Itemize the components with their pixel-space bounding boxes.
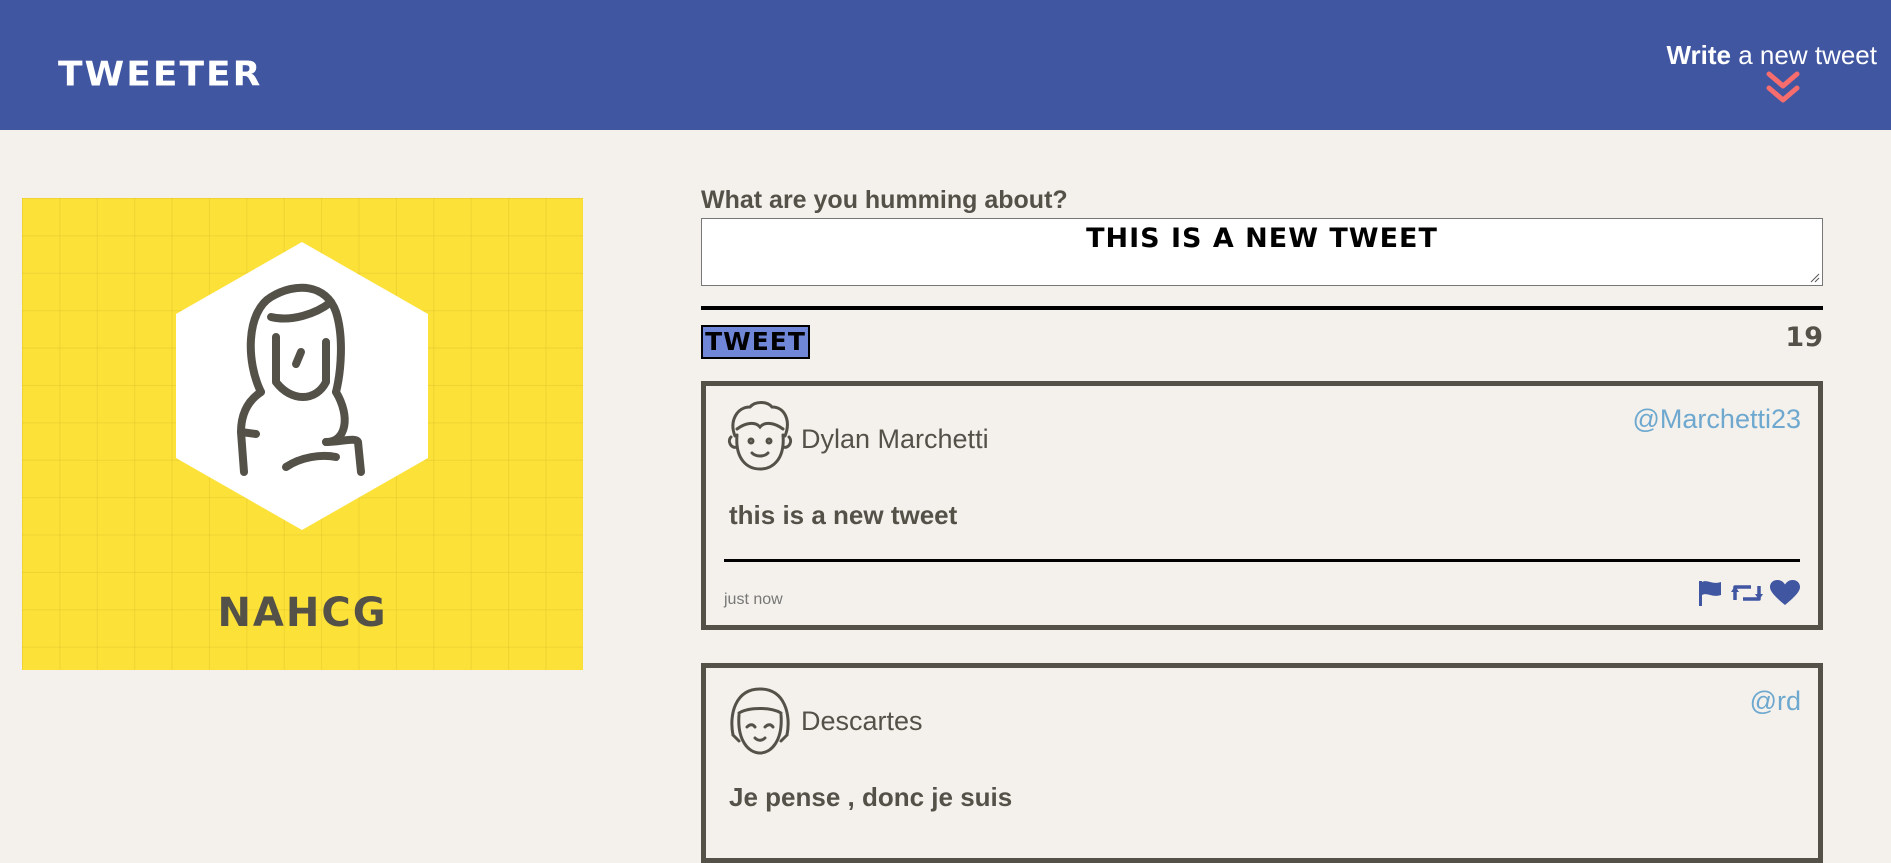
write-new-tweet-link[interactable]: Write a new tweet <box>1666 40 1877 71</box>
tweet-timestamp: just now <box>724 591 783 608</box>
tweet-text: this is a new tweet <box>729 500 958 530</box>
write-rest-label: a new tweet <box>1731 40 1877 70</box>
compose-label: What are you humming about? <box>701 186 1068 214</box>
profile-card: NAHCG <box>22 198 583 670</box>
brand-logo[interactable]: TWEETER <box>58 55 262 94</box>
tweet-divider <box>724 559 1800 562</box>
top-nav: TWEETER Write a new tweet <box>0 0 1891 130</box>
tweet-author-handle[interactable]: @Marchetti23 <box>1633 404 1801 435</box>
flag-icon[interactable] <box>1697 579 1723 612</box>
curly-hair-avatar-icon <box>727 401 793 471</box>
resize-handle-icon[interactable] <box>1810 273 1820 283</box>
tweet-card: Descartes @rd Je pense , donc je suis <box>701 663 1823 863</box>
tweet-author-name: Descartes <box>801 706 923 736</box>
tweet-textarea-value: THIS IS A NEW TWEET <box>1086 223 1438 254</box>
double-chevron-down-icon[interactable] <box>1763 70 1803 108</box>
tweet-button[interactable]: TWEET <box>701 325 810 359</box>
tweet-text: Je pense , donc je suis <box>729 782 1013 812</box>
compose-divider <box>701 306 1823 310</box>
write-bold-label: Write <box>1666 40 1732 70</box>
profile-name: NAHCG <box>217 590 388 636</box>
profile-avatar-icon <box>176 242 428 530</box>
tweet-author-name: Dylan Marchetti <box>801 424 989 454</box>
tweet-actions <box>1694 579 1800 609</box>
tweet-author-handle[interactable]: @rd <box>1750 686 1801 717</box>
tweet-textarea[interactable]: THIS IS A NEW TWEET <box>701 218 1823 286</box>
retweet-icon[interactable] <box>1730 580 1763 611</box>
bob-hair-avatar-icon <box>730 687 790 755</box>
tweet-card: Dylan Marchetti @Marchetti23 this is a n… <box>701 381 1823 630</box>
heart-icon[interactable] <box>1770 580 1800 611</box>
character-counter: 19 <box>1785 322 1823 353</box>
